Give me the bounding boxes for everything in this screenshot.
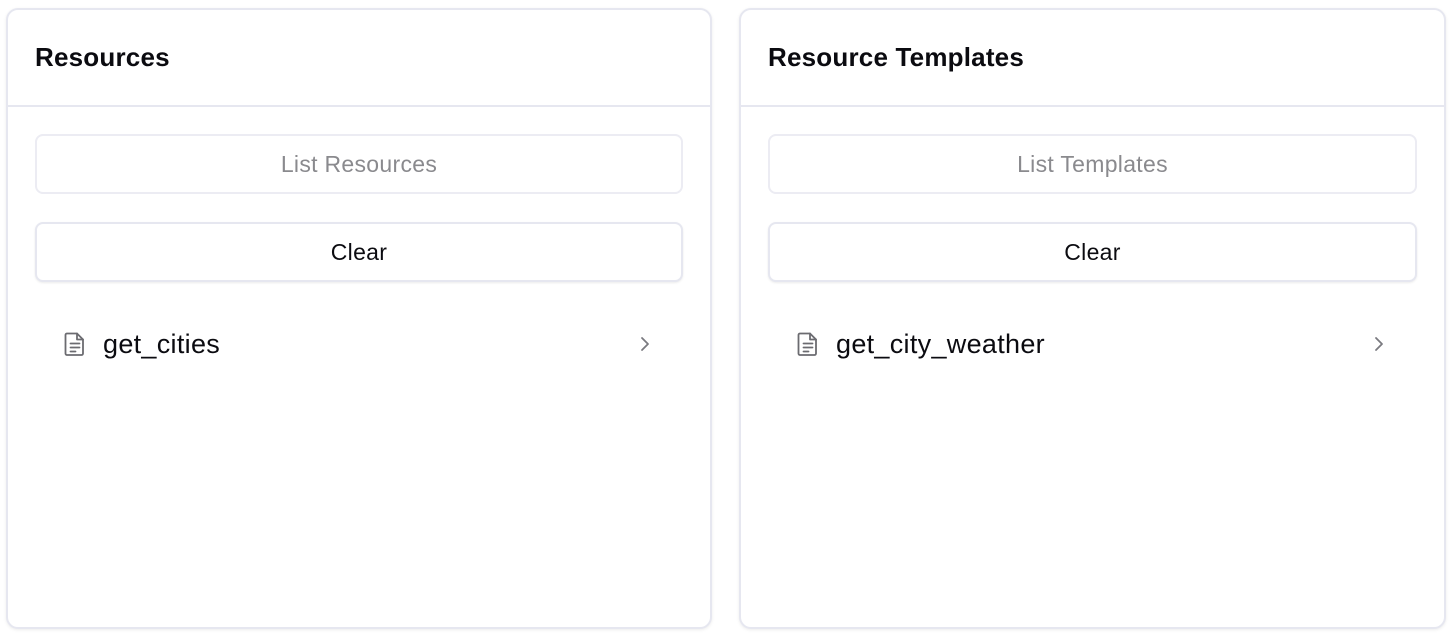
list-resources-button[interactable]: List Resources	[35, 134, 683, 194]
templates-panel-title: Resource Templates	[768, 42, 1024, 72]
resources-panel-body: List Resources Clear get_cities	[8, 107, 710, 374]
templates-panel-header: Resource Templates	[741, 10, 1444, 107]
resources-list: get_cities	[35, 314, 683, 374]
resources-panel: Resources List Resources Clear get_citie…	[6, 8, 712, 629]
clear-templates-button[interactable]: Clear	[768, 222, 1417, 282]
resource-templates-panel: Resource Templates List Templates Clear …	[739, 8, 1446, 629]
templates-list: get_city_weather	[768, 314, 1417, 374]
template-item-get-city-weather[interactable]: get_city_weather	[768, 314, 1417, 374]
resource-item-label: get_cities	[103, 328, 221, 359]
template-item-label: get_city_weather	[836, 328, 1045, 359]
chevron-right-icon	[1371, 334, 1387, 354]
resources-panel-title: Resources	[35, 42, 170, 72]
clear-resources-button[interactable]: Clear	[35, 222, 683, 282]
resource-item-get-cities[interactable]: get_cities	[35, 314, 683, 374]
list-templates-button[interactable]: List Templates	[768, 134, 1417, 194]
document-icon	[796, 331, 820, 357]
chevron-right-icon	[637, 334, 653, 354]
document-icon	[63, 331, 87, 357]
resources-panel-header: Resources	[8, 10, 710, 107]
templates-panel-body: List Templates Clear get_city_weather	[741, 107, 1444, 374]
